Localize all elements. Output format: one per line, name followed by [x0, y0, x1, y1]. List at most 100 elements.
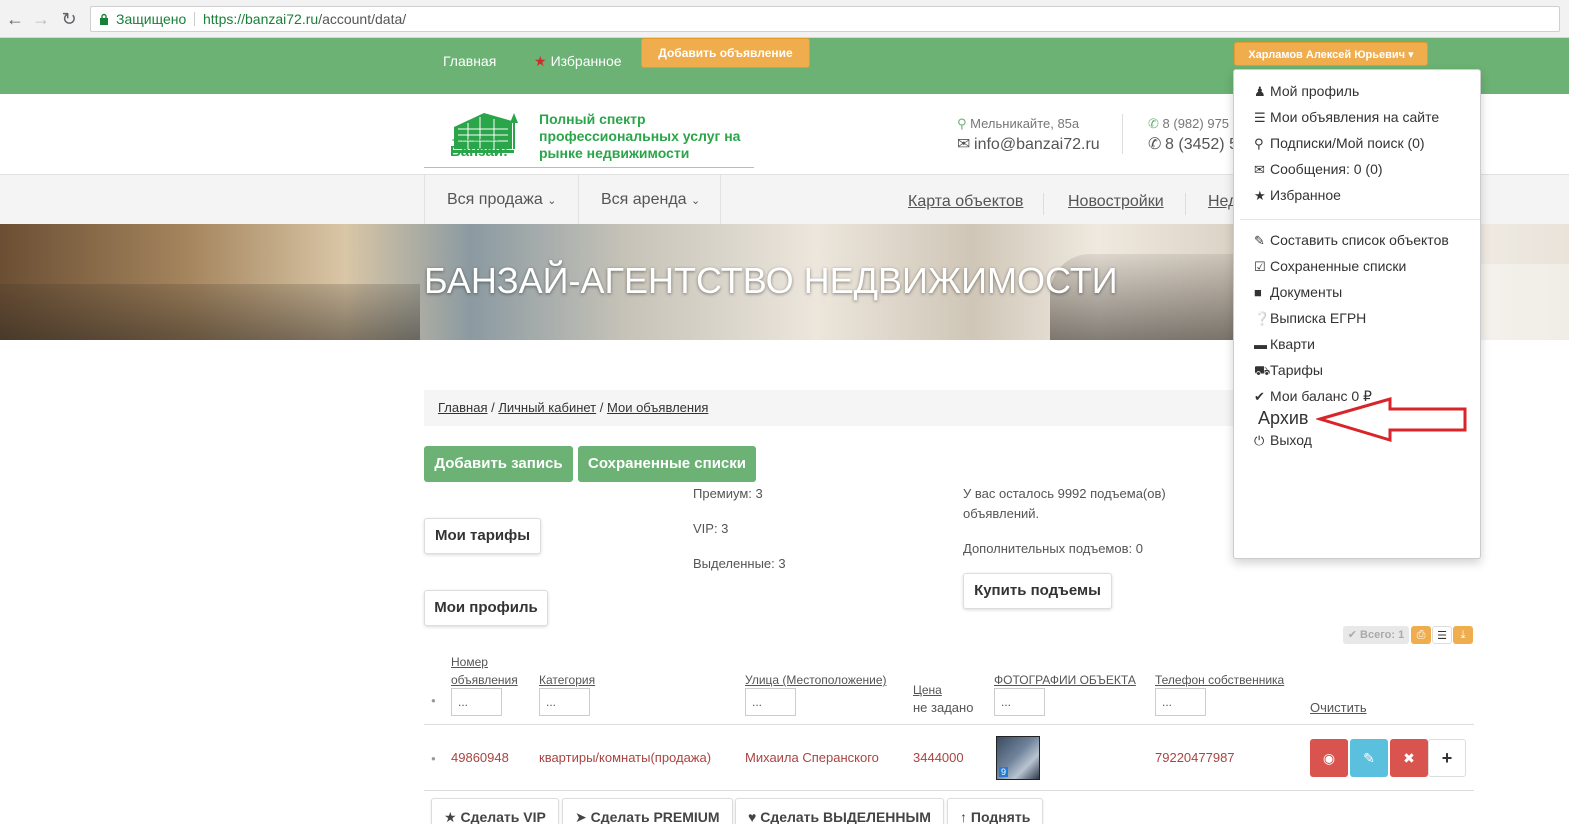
back-icon[interactable]: ←	[4, 8, 26, 30]
address-bar[interactable]: Защищено https://banzai72.ru/account/dat…	[90, 6, 1560, 32]
list-icon: ☰	[1254, 110, 1266, 125]
menu-item-logout[interactable]: ⏻ Выход	[1254, 432, 1312, 449]
filter-phone[interactable]: ...	[1155, 688, 1206, 716]
favorites-label: Избранное	[550, 53, 622, 69]
th-number-2[interactable]: объявления	[451, 671, 518, 689]
banner-title: БАНЗАЙ-АГЕНТСТВО НЕДВИЖИМОСТИ	[424, 260, 1118, 301]
lift-button[interactable]: ↑ Поднять	[947, 798, 1044, 824]
phone-small-value: 8 (982) 975 7	[1162, 116, 1240, 131]
object-photo[interactable]: 9	[996, 736, 1040, 780]
menu-divider	[1240, 219, 1480, 220]
total-value: Всего: 1	[1360, 629, 1405, 641]
arrow-up-icon: ↑	[960, 809, 967, 824]
th-category[interactable]: Категория	[539, 671, 595, 689]
menu-item-profile[interactable]: ♟ Мой профиль	[1254, 83, 1359, 100]
user-menu-button[interactable]: Харламов Алексей Юрьевич ▾	[1234, 42, 1428, 66]
highlighted-count: Выделенные: 3	[693, 556, 786, 571]
buy-lifts-button[interactable]: Купить подъемы	[963, 573, 1112, 609]
add-record-button[interactable]: Добавить запись	[424, 446, 573, 482]
filter-number[interactable]: ...	[451, 688, 502, 716]
menu-item-my-ads[interactable]: ☰ Мои объявления на сайте	[1254, 109, 1439, 126]
view-button[interactable]: ◉	[1310, 739, 1348, 777]
logo-name: Банзай!	[450, 143, 509, 160]
delete-button[interactable]: ✖	[1390, 739, 1428, 777]
menu-item-make-list[interactable]: ✎ Составить список объектов	[1254, 232, 1449, 249]
make-highlighted-button[interactable]: ♥ Сделать ВЫДЕЛЕННЫМ	[735, 798, 944, 824]
my-profile-button[interactable]: Мои профиль	[424, 590, 548, 626]
nav-link-new-buildings[interactable]: Новостройки	[1068, 193, 1164, 211]
menu-item-messages[interactable]: ✉ Сообщения: 0 (0)	[1254, 161, 1383, 178]
clear-filters-link[interactable]: Очистить	[1310, 699, 1367, 717]
add-ad-button[interactable]: Добавить объявление	[641, 38, 810, 68]
cell-number[interactable]: 49860948	[451, 750, 509, 765]
caret-down-icon: ▾	[1408, 49, 1414, 61]
breadcrumb-cabinet[interactable]: Личный кабинет	[498, 400, 596, 415]
nav-sale-label: Вся продажа	[447, 191, 543, 208]
phone-small: ✆ 8 (982) 975 7	[1148, 116, 1240, 132]
th-number-1[interactable]: Номер	[451, 653, 488, 671]
breadcrumb-home[interactable]: Главная	[438, 400, 487, 415]
menu-item-subscriptions[interactable]: ⚲ Подписки/Мой поиск (0)	[1254, 135, 1425, 152]
lift-label: Поднять	[970, 809, 1031, 824]
th-phone[interactable]: Телефон собственника	[1155, 671, 1284, 689]
list-view-icon[interactable]: ☰	[1432, 626, 1452, 644]
download-icon[interactable]: ⤓	[1453, 626, 1473, 644]
saved-lists-button[interactable]: Сохраненные списки	[578, 446, 756, 482]
user-icon: ♟	[1254, 84, 1266, 99]
cell-street[interactable]: Михаила Сперанского	[745, 750, 879, 765]
row-marker: ●	[431, 754, 436, 763]
more-button[interactable]: +	[1428, 739, 1466, 777]
cell-phone[interactable]: 79220477987	[1155, 750, 1235, 765]
top-link-home[interactable]: Главная	[443, 46, 496, 76]
premium-count: Премиум: 3	[693, 486, 763, 501]
filter-photos[interactable]: ...	[994, 688, 1045, 716]
reload-icon[interactable]: ↻	[58, 8, 80, 30]
nav-dropdown-rent[interactable]: Вся аренда ⌄	[578, 175, 722, 225]
forward-icon[interactable]: →	[30, 8, 52, 30]
menu-label: Тарифы	[1270, 362, 1323, 378]
th-price-unset: не задано	[913, 700, 974, 715]
menu-item-egrn[interactable]: ❔Выписка ЕГРН	[1254, 310, 1366, 327]
close-icon: ✖	[1403, 750, 1415, 766]
filter-category[interactable]: ...	[539, 688, 590, 716]
menu-item-favorites[interactable]: ★ Избранное	[1254, 187, 1341, 204]
address-separator	[194, 12, 195, 26]
url-path: /account/data/	[318, 11, 407, 27]
breadcrumb-current[interactable]: Мои объявления	[607, 400, 708, 415]
make-vip-button[interactable]: ★ Сделать VIP	[431, 798, 559, 824]
menu-label: Мои объявления на сайте	[1270, 109, 1440, 125]
table-divider	[424, 724, 1474, 725]
cell-category[interactable]: квартиры/комнаты(продажа)	[539, 750, 711, 765]
menu-item-saved-lists[interactable]: ☑ Сохраненные списки	[1254, 258, 1406, 275]
th-photos[interactable]: ФОТОГРАФИИ ОБЪЕКТА	[994, 671, 1136, 689]
banner-shade	[0, 284, 420, 340]
nav-link-map[interactable]: Карта объектов	[908, 193, 1023, 211]
nav-dropdown-sale[interactable]: Вся продажа ⌄	[424, 175, 578, 225]
menu-item-documents[interactable]: ■ Документы	[1254, 284, 1342, 300]
menu-item-archive[interactable]: Архив	[1258, 408, 1308, 429]
vip-count: VIP: 3	[693, 521, 729, 536]
make-premium-button[interactable]: ➤ Сделать PREMIUM	[562, 798, 733, 824]
rocket-icon: ➤	[575, 809, 587, 824]
th-price[interactable]: Цена	[913, 681, 942, 699]
menu-item-kvarti[interactable]: ▬ Кварти	[1254, 336, 1315, 352]
filter-street[interactable]: ...	[745, 688, 796, 716]
phone-big[interactable]: ✆ 8 (3452) 5	[1148, 134, 1238, 154]
my-tariffs-button[interactable]: Мои тарифы	[424, 518, 541, 554]
top-link-favorites[interactable]: ★ Избранное	[534, 46, 622, 76]
menu-label: Составить список объектов	[1270, 232, 1449, 248]
secure-label: Защищено	[116, 11, 187, 27]
logo-block[interactable]: Банзай! агентство недвижимости Полный сп…	[424, 107, 754, 168]
menu-item-tariffs[interactable]: ⛟Тарифы	[1254, 362, 1323, 381]
email-contact[interactable]: ✉ info@banzai72.ru	[957, 134, 1100, 154]
folder-icon: ■	[1254, 285, 1262, 300]
th-street[interactable]: Улица (Местоположение)	[745, 671, 887, 689]
total-badge: ✔ Всего: 1	[1343, 626, 1409, 644]
email-value: info@banzai72.ru	[974, 136, 1100, 153]
menu-label: Мой профиль	[1270, 83, 1360, 99]
question-icon: ❔	[1254, 311, 1271, 326]
print-icon[interactable]: ⎙	[1411, 626, 1431, 644]
cell-price[interactable]: 3444000	[913, 750, 964, 765]
edit-button[interactable]: ✎	[1350, 739, 1388, 777]
envelope-icon: ✉	[1254, 162, 1265, 177]
